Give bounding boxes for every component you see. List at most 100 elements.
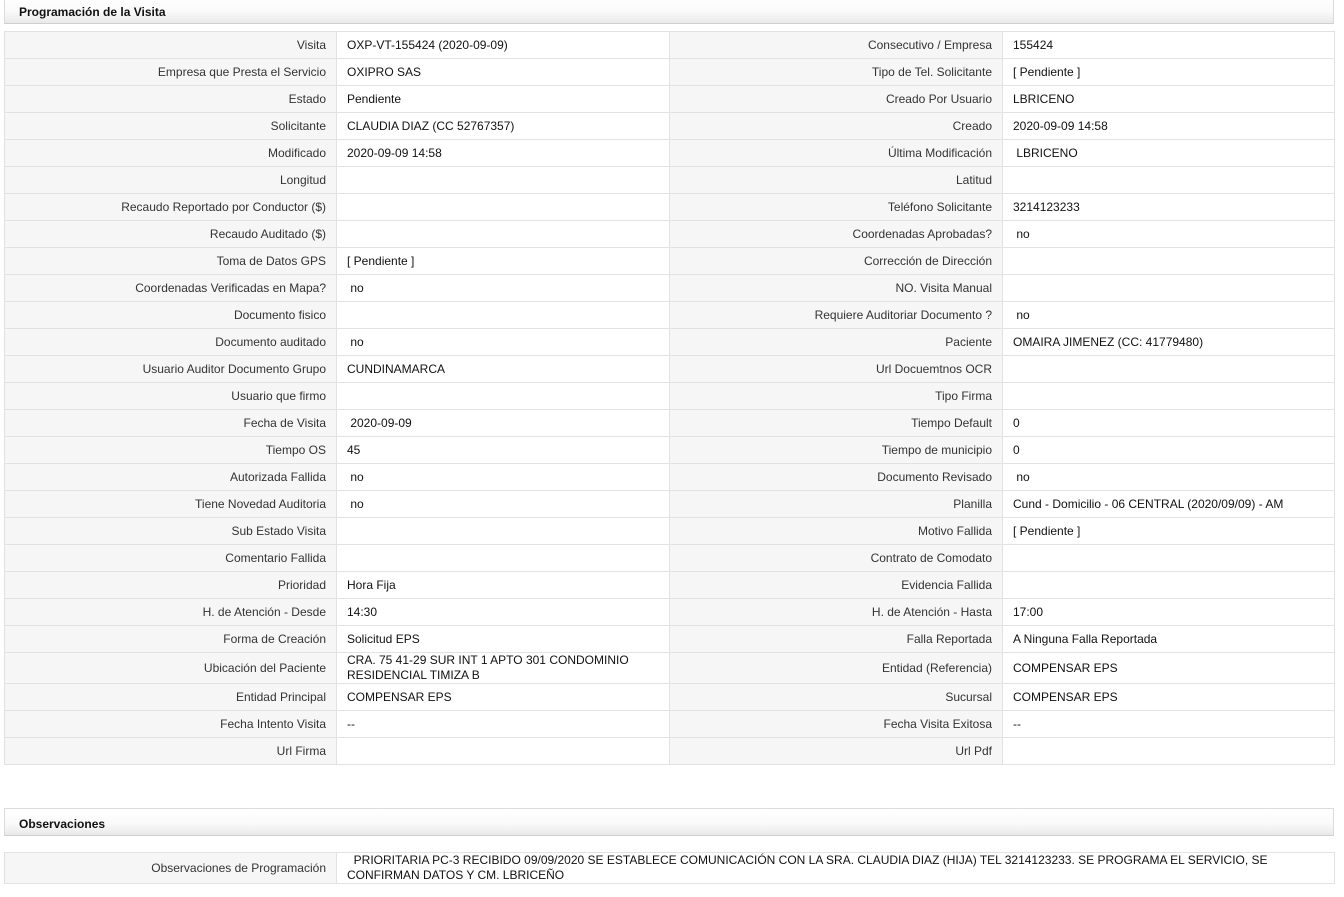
field-value: LBRICENO [1002, 85, 1335, 113]
field-value: [ Pendiente ] [1002, 58, 1335, 86]
field-label: Creado [669, 112, 1003, 140]
field-value: no [336, 328, 670, 356]
field-label: Url Firma [4, 737, 337, 765]
field-label: Documento auditado [4, 328, 337, 356]
field-value [1002, 571, 1335, 599]
table-row: Url Firma Url Pdf [4, 737, 1335, 765]
table-row: Tiempo OS 45 Tiempo de municipio 0 [4, 436, 1335, 464]
field-label: Forma de Creación [4, 625, 337, 653]
field-value: -- [1002, 710, 1335, 738]
field-label: Documento Revisado [669, 463, 1003, 491]
field-value: 155424 [1002, 31, 1335, 59]
table-row: Toma de Datos GPS[ Pendiente ] Corrección… [4, 247, 1335, 275]
field-label: H. de Atención - Hasta [669, 598, 1003, 626]
field-value: 3214123233 [1002, 193, 1335, 221]
field-label: Coordenadas Verificadas en Mapa? [4, 274, 337, 302]
field-label: Ubicación del Paciente [4, 652, 337, 684]
visit-details-table: Visita OXP-VT-155424 (2020-09-09) Consecut… [4, 31, 1335, 765]
field-label: Consecutivo / Empresa [669, 31, 1003, 59]
field-label: Entidad (Referencia) [669, 652, 1003, 684]
field-label: Estado [4, 85, 337, 113]
field-label: Sub Estado Visita [4, 517, 337, 545]
table-row: Longitud Latitud [4, 166, 1335, 194]
field-value: [ Pendiente ] [1002, 517, 1335, 545]
field-value: COMPENSAR EPS [336, 683, 670, 711]
field-label: Url Docuemtnos OCR [669, 355, 1003, 383]
field-value: Cund - Domicilio - 06 CENTRAL (2020/09/0… [1002, 490, 1335, 518]
table-row: Visita OXP-VT-155424 (2020-09-09) Consecut… [4, 31, 1335, 59]
table-row: Entidad Principal COMPENSAR EPS Sucursal CO… [4, 683, 1335, 711]
field-label: Tiempo de municipio [669, 436, 1003, 464]
observations-table: Observaciones de Programación PRIORITARI… [4, 852, 1335, 884]
field-value [336, 193, 670, 221]
table-row: Fecha Intento Visita -- Fecha Visita Exito… [4, 710, 1335, 738]
field-label: NO. Visita Manual [669, 274, 1003, 302]
field-value: 0 [1002, 409, 1335, 437]
field-value: Hora Fija [336, 571, 670, 599]
field-value: 0 [1002, 436, 1335, 464]
field-label: Entidad Principal [4, 683, 337, 711]
field-value: no [1002, 301, 1335, 329]
field-value: Solicitud EPS [336, 625, 670, 653]
section-title: Observaciones [19, 817, 106, 831]
field-label: Tiene Novedad Auditoria [4, 490, 337, 518]
field-label: Visita [4, 31, 337, 59]
field-value: OXP-VT-155424 (2020-09-09) [336, 31, 670, 59]
field-label: Modificado [4, 139, 337, 167]
field-value: A Ninguna Falla Reportada [1002, 625, 1335, 653]
field-label: Última Modificación [669, 139, 1003, 167]
field-label: Planilla [669, 490, 1003, 518]
section-header-observaciones: Observaciones [4, 808, 1334, 836]
table-row: Recaudo Auditado ($) Coordenadas Aprobada… [4, 220, 1335, 248]
table-row: Forma de Creación Solicitud EPS Falla Repo… [4, 625, 1335, 653]
field-value [336, 301, 670, 329]
field-value [1002, 737, 1335, 765]
field-value [336, 544, 670, 572]
field-label: Autorizada Fallida [4, 463, 337, 491]
table-row: Usuario Auditor Documento Grupo CUNDINAMA… [4, 355, 1335, 383]
field-value [336, 220, 670, 248]
field-label: Longitud [4, 166, 337, 194]
field-value: -- [336, 710, 670, 738]
field-value: CUNDINAMARCA [336, 355, 670, 383]
field-value: OXIPRO SAS [336, 58, 670, 86]
section-header-programacion: Programación de la Visita [4, 0, 1334, 24]
table-row: Empresa que Presta el Servicio OXIPRO SAS… [4, 58, 1335, 86]
table-row: Estado Pendiente Creado Por Usuario LBRICEN… [4, 85, 1335, 113]
field-label: Sucursal [669, 683, 1003, 711]
table-row: Tiene Novedad Auditoria no Planilla Cund -… [4, 490, 1335, 518]
field-value [1002, 355, 1335, 383]
field-label: Falla Reportada [669, 625, 1003, 653]
field-value: 2020-09-09 14:58 [1002, 112, 1335, 140]
field-label: Tipo de Tel. Solicitante [669, 58, 1003, 86]
field-value: no [336, 463, 670, 491]
field-value: CLAUDIA DIAZ (CC 52767357) [336, 112, 670, 140]
field-label: Fecha de Visita [4, 409, 337, 437]
field-value [336, 517, 670, 545]
field-value [336, 737, 670, 765]
field-value: COMPENSAR EPS [1002, 652, 1335, 684]
field-label: Creado Por Usuario [669, 85, 1003, 113]
field-value: Pendiente [336, 85, 670, 113]
field-label: H. de Atención - Desde [4, 598, 337, 626]
field-label: Coordenadas Aprobadas? [669, 220, 1003, 248]
field-label: Url Pdf [669, 737, 1003, 765]
field-value: 14:30 [336, 598, 670, 626]
table-row: Ubicación del Paciente CRA. 75 41-29 SUR … [4, 652, 1335, 684]
field-label: Prioridad [4, 571, 337, 599]
field-value [1002, 544, 1335, 572]
field-value [1002, 247, 1335, 275]
field-label: Fecha Intento Visita [4, 710, 337, 738]
field-value: no [336, 274, 670, 302]
field-label: Documento fisico [4, 301, 337, 329]
table-row: H. de Atención - Desde 14:30 H. de Atenció… [4, 598, 1335, 626]
field-value: no [336, 490, 670, 518]
field-value: PRIORITARIA PC-3 RECIBIDO 09/09/2020 SE … [336, 852, 1335, 884]
field-value [336, 382, 670, 410]
field-label: Motivo Fallida [669, 517, 1003, 545]
table-row: Fecha de Visita 2020-09-09 Tiempo Default… [4, 409, 1335, 437]
table-row: Comentario Fallida Contrato de Comodato [4, 544, 1335, 572]
field-value: 17:00 [1002, 598, 1335, 626]
field-value: COMPENSAR EPS [1002, 683, 1335, 711]
field-value: LBRICENO [1002, 139, 1335, 167]
